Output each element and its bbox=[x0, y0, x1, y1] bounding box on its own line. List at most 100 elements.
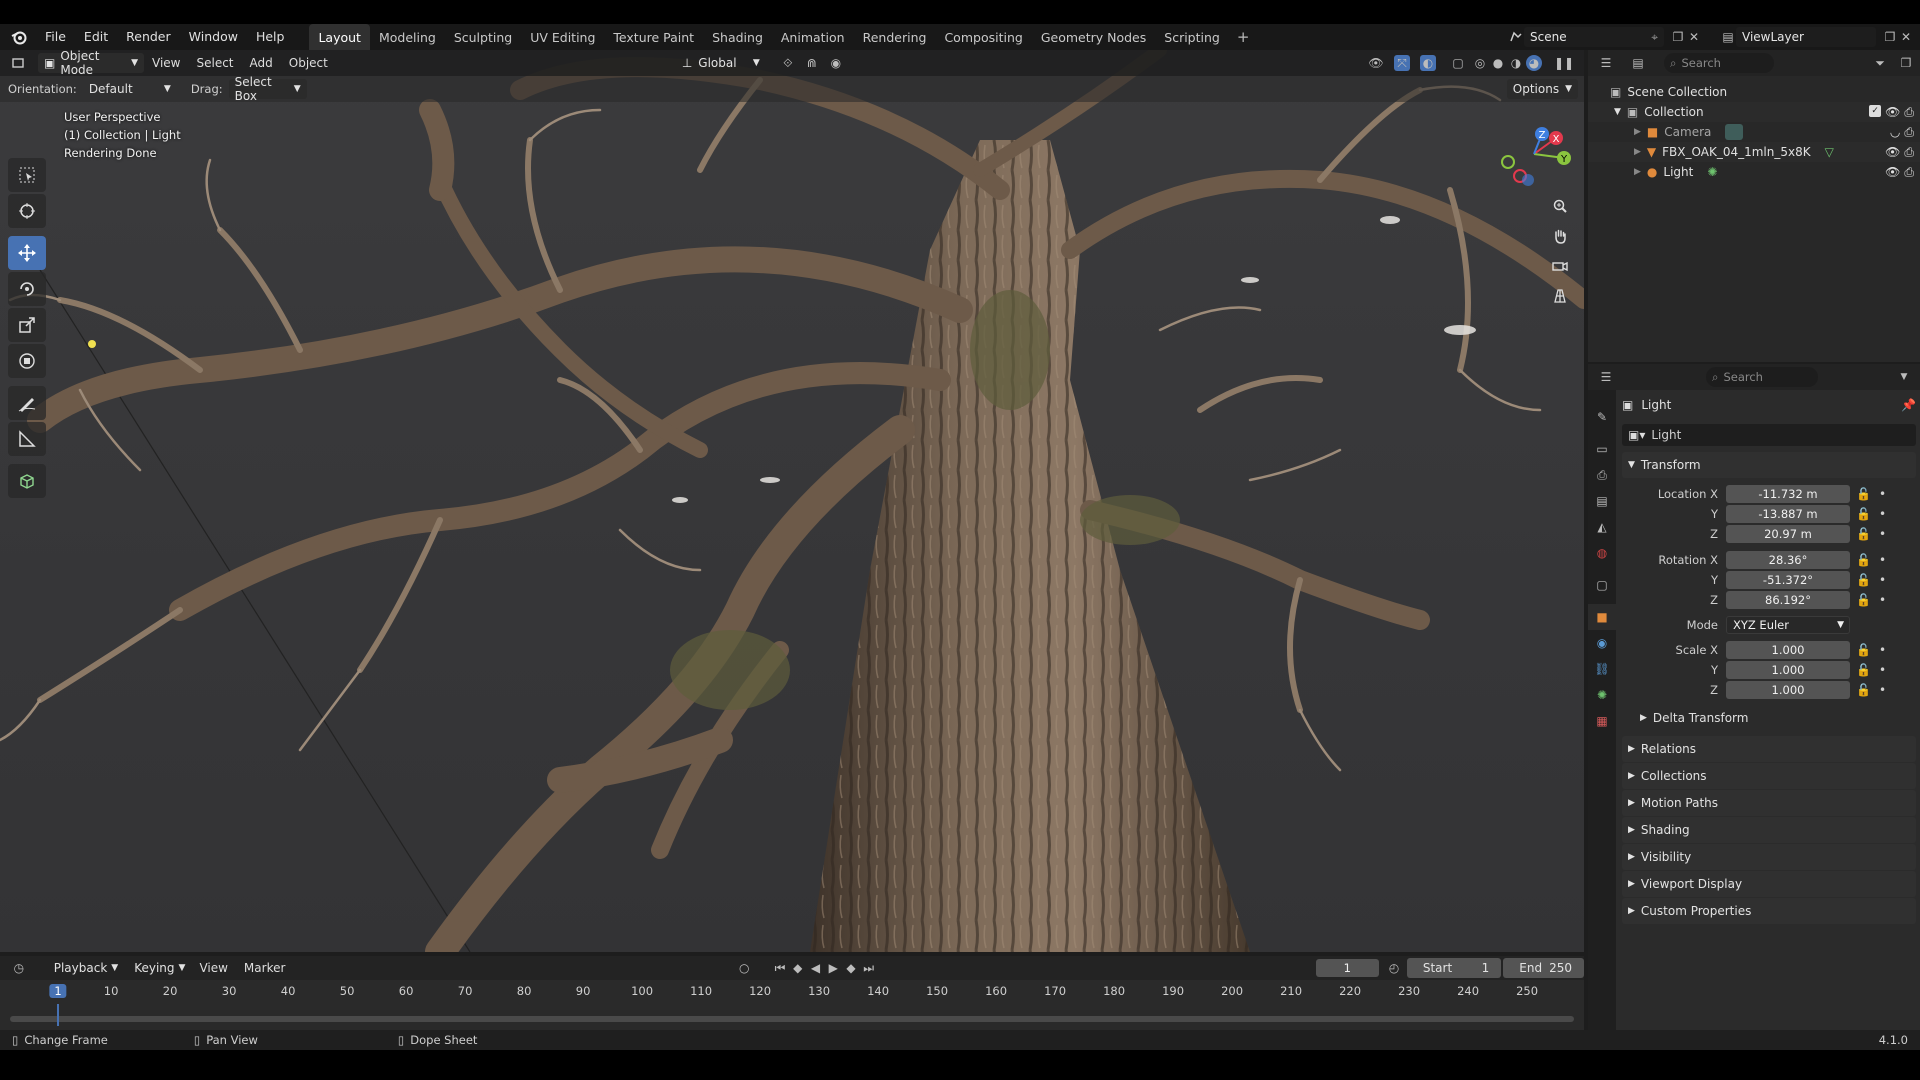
custom-properties-panel-header[interactable]: ▶ Custom Properties bbox=[1622, 898, 1916, 924]
transform-tool[interactable] bbox=[8, 344, 46, 378]
scene-tab-icon[interactable]: ◭ bbox=[1588, 514, 1616, 540]
menu-file[interactable]: File bbox=[36, 24, 75, 50]
output-tab-icon[interactable]: ⎙ bbox=[1588, 462, 1616, 488]
tab-scripting[interactable]: Scripting bbox=[1155, 24, 1229, 50]
snap-icon[interactable]: ⋒ bbox=[804, 55, 820, 71]
shading-panel-header[interactable]: ▶ Shading bbox=[1622, 817, 1916, 843]
start-frame-field[interactable]: Start 1 bbox=[1406, 958, 1502, 978]
light-data-icon[interactable]: ✺ bbox=[1707, 165, 1717, 179]
select-box-tool[interactable] bbox=[8, 158, 46, 192]
checkbox-icon[interactable]: ✓ bbox=[1869, 104, 1882, 117]
keyframe-dot-icon[interactable]: • bbox=[1879, 507, 1886, 521]
3d-viewport[interactable]: ▣ Object Mode ▼ View Select Add Object ⊥… bbox=[0, 50, 1584, 952]
eye-icon[interactable]: 👁 bbox=[1885, 105, 1900, 120]
menu-edit[interactable]: Edit bbox=[75, 24, 117, 50]
expand-icon[interactable]: ▼ bbox=[1614, 107, 1621, 117]
tab-sculpting[interactable]: Sculpting bbox=[445, 24, 521, 50]
chevron-down-icon[interactable]: ▼ bbox=[1896, 369, 1912, 385]
camera-data-icon[interactable] bbox=[1725, 124, 1744, 140]
camera-render-icon[interactable]: ⎙ bbox=[1904, 125, 1914, 140]
location-x-field[interactable]: -11.732 m bbox=[1726, 485, 1850, 503]
tool-tab-icon[interactable]: ✎ bbox=[1588, 404, 1616, 430]
visibility-icon[interactable]: 👁 bbox=[1368, 55, 1384, 71]
keyframe-dot-icon[interactable]: • bbox=[1879, 683, 1886, 697]
display-mode-icon[interactable]: ▤ bbox=[1630, 55, 1646, 71]
keyframe-dot-icon[interactable]: • bbox=[1879, 593, 1886, 607]
outliner-item-light[interactable]: ▶ ● Light ✺ 👁 ⎙ bbox=[1588, 162, 1920, 182]
add-cube-tool[interactable] bbox=[8, 464, 46, 498]
tab-shading[interactable]: Shading bbox=[703, 24, 772, 50]
gizmo-toggle-icon[interactable]: ⤧ bbox=[1394, 55, 1410, 71]
lock-icon[interactable]: 🔓 bbox=[1856, 487, 1871, 501]
tab-rendering[interactable]: Rendering bbox=[854, 24, 936, 50]
editor-type-icon[interactable]: ◷ bbox=[12, 960, 26, 976]
view-layer-field[interactable]: ViewLayer bbox=[1736, 27, 1876, 47]
orientation-dropdown[interactable]: Default ▼ bbox=[83, 79, 177, 99]
world-tab-icon[interactable]: ◍ bbox=[1588, 540, 1616, 566]
jump-prev-keyframe-icon[interactable]: ◆ bbox=[791, 960, 805, 976]
play-reverse-icon[interactable]: ◀ bbox=[809, 960, 823, 976]
tab-layout[interactable]: Layout bbox=[309, 24, 370, 50]
rotation-z-field[interactable]: 86.192° bbox=[1726, 591, 1850, 609]
jump-end-icon[interactable]: ⏭ bbox=[862, 960, 876, 976]
navigation-gizmo[interactable]: X Y Z bbox=[1494, 114, 1574, 194]
viewport-menu-add[interactable]: Add bbox=[242, 56, 281, 70]
eye-closed-icon[interactable]: ◡ bbox=[1890, 125, 1900, 140]
camera-view-icon[interactable] bbox=[1546, 252, 1574, 280]
playback-menu[interactable]: Playback ▼ bbox=[48, 958, 124, 978]
outliner-item-camera[interactable]: ▶ ■ Camera ◡ ⎙ bbox=[1588, 122, 1920, 142]
jump-next-keyframe-icon[interactable]: ◆ bbox=[844, 960, 858, 976]
editor-type-icon[interactable]: ☰ bbox=[1598, 369, 1614, 385]
move-tool[interactable] bbox=[8, 236, 46, 270]
render-tab-icon[interactable]: ▭ bbox=[1588, 436, 1616, 462]
auto-keying-icon[interactable]: ○ bbox=[737, 960, 751, 976]
tab-texture-paint[interactable]: Texture Paint bbox=[604, 24, 703, 50]
transform-orientation-dropdown[interactable]: ⊥ Global ▼ bbox=[676, 53, 766, 73]
filter-icon[interactable]: ⏷ bbox=[1872, 55, 1888, 71]
object-type-icon[interactable]: ▣▾ bbox=[1628, 428, 1645, 442]
keyframe-dot-icon[interactable]: • bbox=[1879, 663, 1886, 677]
physics-tab-icon[interactable]: ◉ bbox=[1588, 630, 1616, 656]
timeline-scrollbar[interactable] bbox=[10, 1016, 1574, 1022]
material-shading-icon[interactable]: ◑ bbox=[1508, 55, 1524, 71]
scale-x-field[interactable]: 1.000 bbox=[1726, 641, 1850, 659]
tab-modeling[interactable]: Modeling bbox=[370, 24, 445, 50]
new-scene-icon[interactable]: ❐ bbox=[1670, 29, 1686, 45]
rotation-y-field[interactable]: -51.372° bbox=[1726, 571, 1850, 589]
keyframe-dot-icon[interactable]: • bbox=[1879, 643, 1886, 657]
viewport-display-panel-header[interactable]: ▶ Viewport Display bbox=[1622, 871, 1916, 897]
relations-panel-header[interactable]: ▶ Relations bbox=[1622, 736, 1916, 762]
outliner-collection[interactable]: ▼ ▣ Collection ✓ 👁 ⎙ bbox=[1588, 102, 1920, 122]
eye-icon[interactable]: 👁 bbox=[1885, 145, 1900, 160]
options-dropdown[interactable]: Options ▼ bbox=[1506, 79, 1578, 99]
end-frame-field[interactable]: End 250 bbox=[1503, 958, 1584, 978]
editor-type-icon[interactable]: ☰ bbox=[1598, 55, 1614, 71]
lock-icon[interactable]: 🔓 bbox=[1856, 683, 1871, 697]
rotation-mode-dropdown[interactable]: XYZ Euler ▼ bbox=[1726, 616, 1850, 634]
viewport-menu-select[interactable]: Select bbox=[188, 56, 241, 70]
texture-tab-icon[interactable]: ▦ bbox=[1588, 708, 1616, 734]
location-y-field[interactable]: -13.887 m bbox=[1726, 505, 1850, 523]
xray-icon[interactable]: ▢ bbox=[1450, 55, 1466, 71]
pin-icon[interactable]: ⌖ bbox=[1651, 30, 1658, 45]
motion-paths-panel-header[interactable]: ▶ Motion Paths bbox=[1622, 790, 1916, 816]
lock-icon[interactable]: 🔓 bbox=[1856, 573, 1871, 587]
scale-y-field[interactable]: 1.000 bbox=[1726, 661, 1850, 679]
camera-render-icon[interactable]: ⎙ bbox=[1904, 145, 1914, 160]
location-z-field[interactable]: 20.97 m bbox=[1726, 525, 1850, 543]
drag-dropdown[interactable]: Select Box ▼ bbox=[228, 75, 307, 103]
keyframe-dot-icon[interactable]: • bbox=[1879, 553, 1886, 567]
timeline-menu-view[interactable]: View bbox=[191, 961, 235, 975]
overlay-toggle-icon[interactable]: ◐ bbox=[1420, 55, 1436, 71]
lock-icon[interactable]: 🔓 bbox=[1856, 593, 1871, 607]
object-data-tab-icon[interactable]: ✺ bbox=[1588, 682, 1616, 708]
keyframe-dot-icon[interactable]: • bbox=[1879, 527, 1886, 541]
delete-scene-icon[interactable]: ✕ bbox=[1686, 29, 1702, 45]
pause-render-icon[interactable]: ❚❚ bbox=[1554, 55, 1574, 71]
lock-icon[interactable]: 🔓 bbox=[1856, 527, 1871, 541]
lock-icon[interactable]: 🔓 bbox=[1856, 507, 1871, 521]
tab-geometry-nodes[interactable]: Geometry Nodes bbox=[1032, 24, 1155, 50]
menu-window[interactable]: Window bbox=[180, 24, 247, 50]
add-workspace-button[interactable]: + bbox=[1229, 24, 1258, 50]
timeline-ruler[interactable]: 1 10 20 30 40 50 60 70 80 90 100 110 120 130 140 150 160… bbox=[0, 980, 1584, 1004]
